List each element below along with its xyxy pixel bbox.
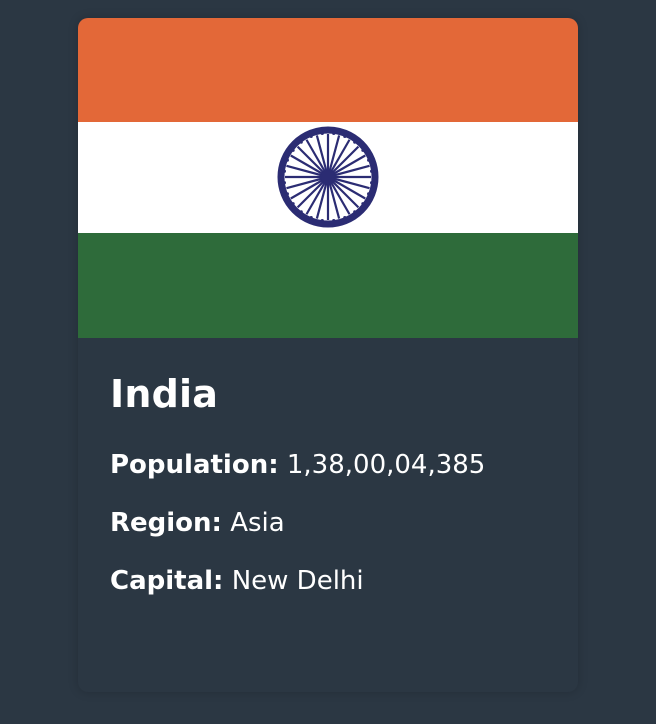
population-value: 1,38,00,04,385 — [286, 450, 486, 481]
region-label: Region: — [110, 508, 222, 539]
flag-stripe-green — [78, 233, 578, 338]
region-detail: Region: Asia — [110, 508, 554, 540]
capital-detail: Capital: New Delhi — [110, 566, 554, 598]
capital-value: New Delhi — [231, 566, 364, 597]
country-card[interactable]: India Population: 1,38,00,04,385 Region:… — [78, 18, 578, 692]
capital-label: Capital: — [110, 566, 224, 597]
country-info: India Population: 1,38,00,04,385 Region:… — [110, 368, 554, 598]
flag-stripe-saffron — [78, 18, 578, 122]
ashoka-chakra-icon — [277, 126, 379, 228]
region-value: Asia — [230, 508, 285, 539]
country-flag — [78, 18, 578, 338]
country-name: India — [110, 372, 219, 416]
flag-image — [78, 18, 578, 338]
population-label: Population: — [110, 450, 279, 481]
population-detail: Population: 1,38,00,04,385 — [110, 450, 554, 482]
